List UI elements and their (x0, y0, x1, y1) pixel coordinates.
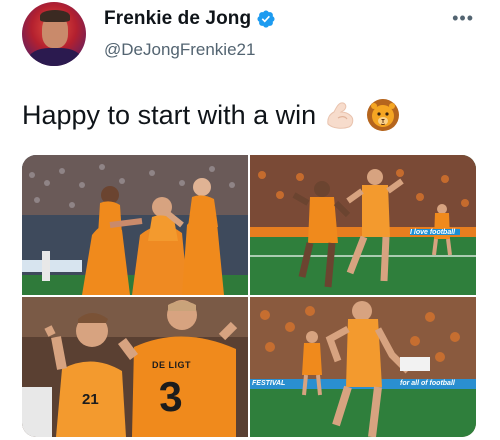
verified-badge-icon (256, 9, 276, 29)
more-options-icon[interactable]: ••• (452, 8, 474, 29)
tweet-text: Happy to start with a win (22, 98, 400, 132)
avatar[interactable] (22, 2, 86, 66)
board-text: FESTIVAL (252, 380, 286, 387)
author-name-row: Frenkie de Jong (104, 8, 276, 30)
media-grid: I love football DE LIGT 3 21 FESTIVAL fo… (22, 155, 476, 437)
author-handle[interactable]: @DeJongFrenkie21 (104, 40, 255, 60)
jersey-name: DE LIGT (152, 360, 191, 370)
photo-1[interactable] (22, 155, 248, 295)
board-text: for all of football (400, 380, 455, 387)
tweet-text-content: Happy to start with a win (22, 99, 317, 130)
tweet-card: Frenkie de Jong @DeJongFrenkie21 ••• Hap… (0, 0, 500, 440)
photo-4[interactable]: FESTIVAL for all of football (250, 297, 476, 437)
display-name[interactable]: Frenkie de Jong (104, 8, 251, 30)
lion-emoji (366, 98, 400, 132)
flexed-biceps-emoji (324, 98, 358, 132)
board-text: I love football (410, 229, 456, 236)
photo-2[interactable]: I love football (250, 155, 476, 295)
photo-3[interactable]: DE LIGT 3 21 (22, 297, 248, 437)
jersey-number: 3 (157, 372, 184, 421)
jersey-number-small: 21 (82, 391, 99, 408)
